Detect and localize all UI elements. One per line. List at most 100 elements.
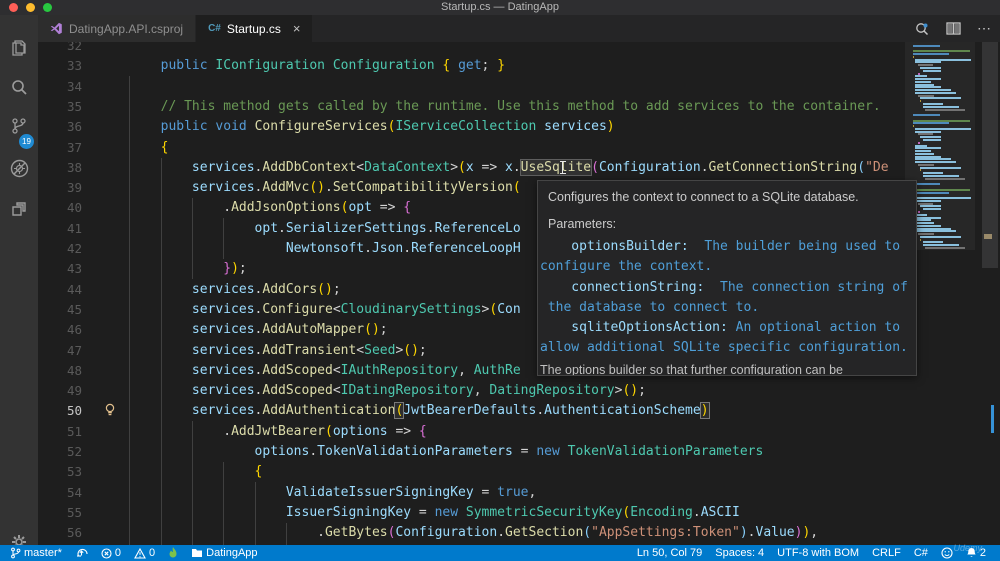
line-number[interactable]: 33 (38, 56, 82, 76)
window-title: Startup.cs — DatingApp (440, 1, 559, 13)
code-line[interactable]: 51 .AddJwtBearer(options => { (38, 422, 975, 442)
activity-bar: 19 (0, 15, 38, 549)
line-number[interactable]: 34 (38, 77, 82, 97)
source-control-badge: 19 (19, 134, 34, 149)
csharp-icon: C# (208, 23, 221, 34)
line-number[interactable]: 35 (38, 97, 82, 117)
line-number[interactable]: 42 (38, 239, 82, 259)
code-line[interactable]: 55 IssuerSigningKey = new SymmetricSecur… (38, 503, 975, 523)
code-text: public void ConfigureServices(IServiceCo… (160, 119, 615, 135)
code-line[interactable]: 34 (38, 77, 975, 97)
extensions-icon[interactable] (0, 189, 38, 227)
title-bar: Startup.cs — DatingApp (0, 0, 1000, 16)
line-number[interactable]: 37 (38, 138, 82, 158)
indentation[interactable]: Spaces: 4 (715, 547, 764, 559)
sync-changes-button[interactable] (75, 547, 88, 559)
warnings-item[interactable]: 0 (134, 547, 155, 559)
tab-datingapp-api-csproj[interactable]: DatingApp.API.csproj (38, 15, 197, 42)
code-line[interactable]: 54 ValidateIssuerSigningKey = true, (38, 483, 975, 503)
code-text: IssuerSigningKey = new SymmetricSecurity… (285, 504, 740, 520)
line-number[interactable]: 55 (38, 503, 82, 523)
feedback-smiley-icon[interactable] (941, 547, 953, 559)
tooltip-parameter-lines: optionsBuilder: The builder being used t… (540, 239, 908, 356)
overview-ruler-cursor-marker (991, 405, 994, 433)
tab-label: Startup.cs (226, 21, 281, 36)
code-line[interactable]: 32 (38, 42, 975, 56)
tooltip-parameters-label: Parameters: (548, 217, 617, 231)
line-number[interactable]: 48 (38, 361, 82, 381)
close-tab-icon[interactable]: × (293, 21, 301, 36)
split-editor-icon[interactable] (946, 21, 961, 36)
code-text: .GetBytes(Configuration.GetSection("AppS… (317, 525, 819, 541)
code-line[interactable]: 52 options.TokenValidationParameters = n… (38, 442, 975, 462)
line-number[interactable]: 39 (38, 178, 82, 198)
text-cursor-ibeam (559, 161, 566, 174)
tooltip-summary: Configures the context to connect to a S… (548, 190, 859, 204)
line-number[interactable]: 46 (38, 320, 82, 340)
more-actions-icon[interactable]: ⋯ (977, 20, 992, 37)
code-text: Newtonsoft.Json.ReferenceLoopH (285, 241, 521, 256)
git-branch-icon (11, 547, 21, 559)
code-text: // This method gets called by the runtim… (160, 98, 881, 114)
warning-icon (134, 547, 146, 559)
tab-bar: DatingApp.API.csproj C# Startup.cs × (38, 15, 1000, 42)
code-text: services.AddMvc().SetCompatibilityVersio… (191, 180, 521, 196)
code-text: services.AddCors(); (191, 281, 341, 297)
eol-sequence[interactable]: CRLF (872, 547, 901, 559)
flame-icon[interactable] (168, 547, 178, 559)
line-number[interactable]: 45 (38, 300, 82, 320)
line-number[interactable]: 36 (38, 117, 82, 137)
search-icon[interactable] (0, 69, 38, 107)
code-text: services.AddAuthentication(JwtBearerDefa… (191, 402, 710, 420)
code-line[interactable]: 49 services.AddScoped<IDatingRepository,… (38, 381, 975, 401)
line-number[interactable]: 47 (38, 341, 82, 361)
code-line[interactable]: 50 services.AddAuthentication(JwtBearerD… (38, 401, 975, 421)
tab-startup-cs[interactable]: C# Startup.cs × (196, 15, 313, 42)
code-text: services.AddTransient<Seed>(); (191, 342, 427, 358)
tooltip-truncated-line: The options builder so that further conf… (540, 362, 843, 376)
line-number[interactable]: 40 (38, 198, 82, 218)
source-control-icon[interactable]: 19 (0, 107, 38, 149)
line-number[interactable]: 54 (38, 483, 82, 503)
code-line[interactable]: 37 { (38, 138, 975, 158)
code-text: services.AddScoped<IDatingRepository, Da… (191, 383, 646, 399)
tab-label: DatingApp.API.csproj (69, 21, 184, 36)
encoding[interactable]: UTF-8 with BOM (777, 547, 859, 559)
code-text: }); (223, 261, 247, 277)
debug-icon[interactable] (0, 149, 38, 187)
code-line[interactable]: 33 public IConfiguration Configuration {… (38, 56, 975, 76)
lightbulb-icon[interactable] (104, 403, 116, 417)
line-number[interactable]: 43 (38, 259, 82, 279)
line-number[interactable]: 51 (38, 422, 82, 442)
find-references-icon[interactable] (914, 21, 930, 37)
line-number[interactable]: 32 (38, 42, 82, 56)
explorer-icon[interactable] (0, 29, 38, 67)
code-line[interactable]: 36 public void ConfigureServices(IServic… (38, 117, 975, 137)
code-text: { (254, 464, 263, 480)
code-text: .AddJwtBearer(options => { (223, 423, 427, 439)
git-branch-item[interactable]: master* (10, 547, 62, 559)
line-number[interactable]: 53 (38, 462, 82, 482)
line-number[interactable]: 41 (38, 219, 82, 239)
errors-item[interactable]: 0 (101, 547, 121, 559)
code-text: .AddJsonOptions(opt => { (223, 200, 412, 216)
editor-scrollbar[interactable] (975, 42, 1000, 545)
line-number[interactable]: 50 (38, 401, 82, 421)
language-mode[interactable]: C# (914, 547, 928, 559)
line-number[interactable]: 56 (38, 523, 82, 543)
line-number[interactable]: 52 (38, 442, 82, 462)
workspace-item[interactable]: DatingApp (191, 547, 258, 559)
cursor-position[interactable]: Ln 50, Col 79 (637, 547, 702, 559)
vs-project-icon (50, 22, 63, 35)
line-number[interactable]: 44 (38, 280, 82, 300)
vscode-window: Startup.cs — DatingApp 19 DatingApp.API.… (0, 0, 1000, 561)
code-text: opt.SerializerSettings.ReferenceLo (254, 220, 521, 236)
line-number[interactable]: 38 (38, 158, 82, 178)
code-line[interactable]: 35 // This method gets called by the run… (38, 97, 975, 117)
code-line[interactable]: 38 services.AddDbContext<DataContext>(x … (38, 158, 975, 178)
code-line[interactable]: 56 .GetBytes(Configuration.GetSection("A… (38, 523, 975, 543)
editor-actions: ⋯ (914, 15, 992, 42)
code-line[interactable]: 53 { (38, 462, 975, 482)
line-number[interactable]: 49 (38, 381, 82, 401)
code-text: public IConfiguration Configuration { ge… (160, 58, 506, 74)
